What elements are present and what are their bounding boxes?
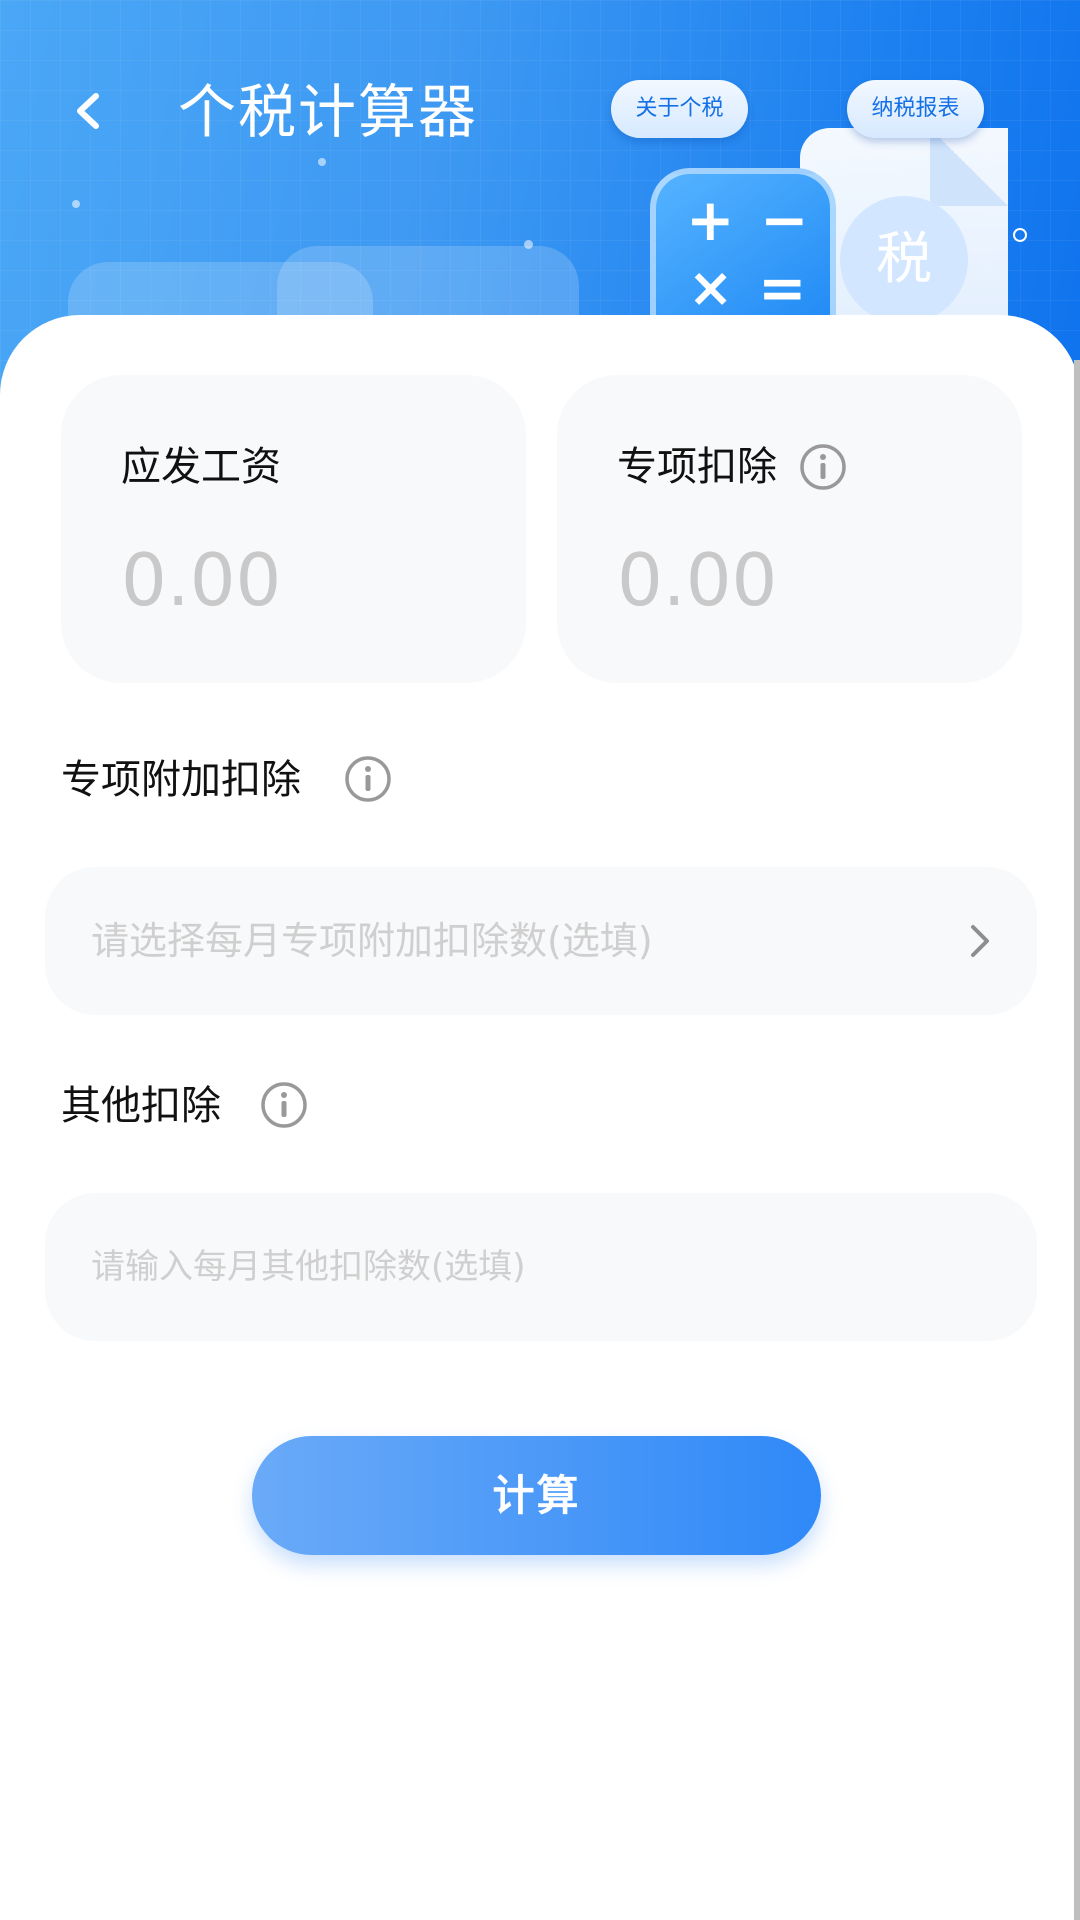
salary-label: 应发工资	[121, 444, 281, 490]
back-button[interactable]	[62, 80, 114, 142]
special-deduction-label: 专项扣除	[617, 444, 777, 490]
times-symbol: ×	[688, 256, 734, 319]
plus-symbol: +	[686, 186, 735, 254]
special-deduction-card[interactable]: 专项扣除 0.00	[557, 375, 1022, 683]
info-circle-icon[interactable]	[260, 1081, 308, 1129]
tax-report-button[interactable]: 纳税报表	[847, 80, 984, 138]
scrollbar-edge	[1074, 360, 1080, 1920]
decor-dot	[318, 158, 326, 166]
calculate-button[interactable]: 计算	[252, 1436, 821, 1555]
other-deduction-field[interactable]	[45, 1193, 1037, 1341]
decor-ring	[1013, 228, 1027, 242]
info-circle-icon[interactable]	[799, 443, 847, 491]
info-circle-icon[interactable]	[344, 755, 392, 803]
additional-deduction-select[interactable]: 请选择每月专项附加扣除数(选填)	[45, 867, 1037, 1015]
tax-badge-icon: 税	[840, 196, 968, 324]
additional-deduction-label: 专项附加扣除	[61, 757, 301, 803]
salary-card[interactable]: 应发工资 0.00	[61, 375, 526, 683]
minus-symbol: −	[760, 186, 809, 254]
tax-calculator-page: 个税计算器 税 + − × = 关于个税 纳税报表 应发工资 0.00 专项扣除…	[0, 0, 1080, 1920]
decor-dot	[72, 200, 80, 208]
other-deduction-input[interactable]	[91, 1237, 971, 1297]
other-deduction-label: 其他扣除	[61, 1083, 221, 1129]
chevron-left-icon	[62, 93, 114, 146]
salary-value[interactable]: 0.00	[121, 535, 281, 625]
additional-deduction-placeholder: 请选择每月专项附加扣除数(选填)	[91, 919, 653, 963]
page-title: 个税计算器	[178, 78, 479, 146]
special-deduction-value[interactable]: 0.00	[617, 535, 777, 625]
document-fold	[930, 128, 1008, 206]
chevron-right-icon	[965, 917, 995, 965]
equals-symbol: =	[758, 254, 807, 322]
about-tax-button[interactable]: 关于个税	[611, 80, 748, 138]
